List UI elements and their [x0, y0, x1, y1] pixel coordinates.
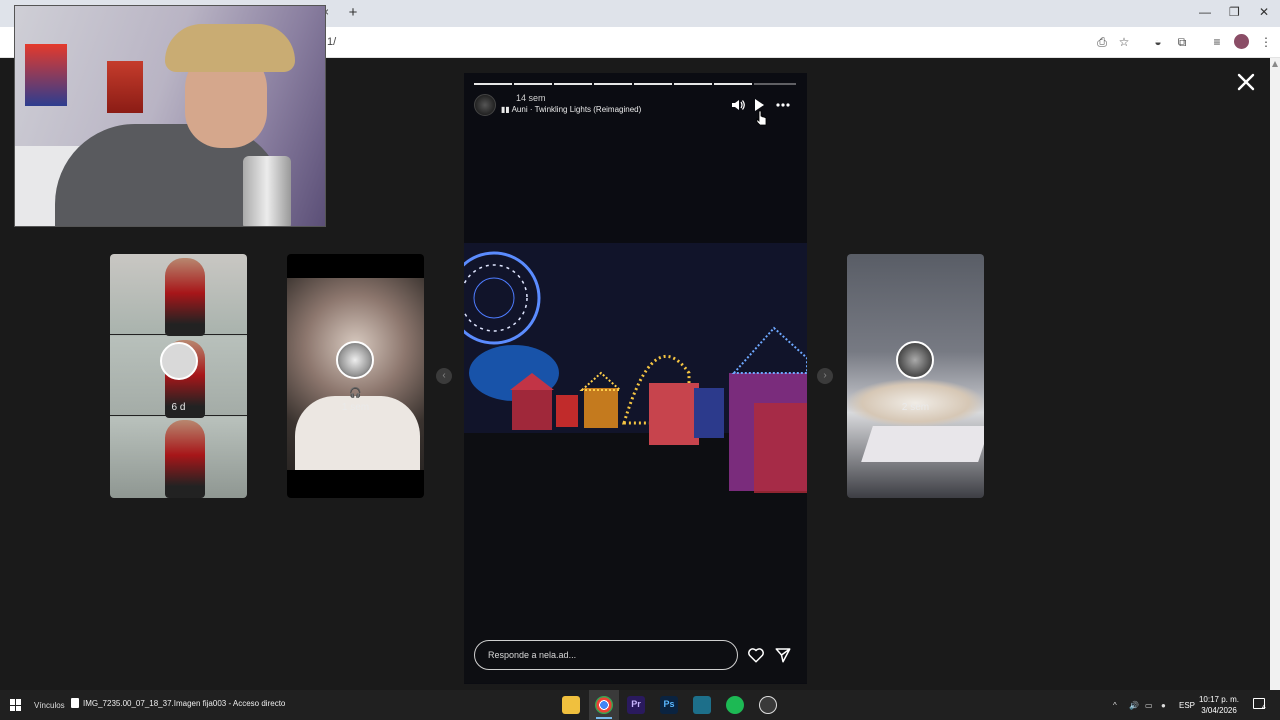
- language-indicator[interactable]: ESP: [1179, 701, 1195, 710]
- minimize-button[interactable]: —: [1199, 5, 1211, 19]
- send-icon[interactable]: [774, 646, 792, 664]
- clock-date: 3/04/2026: [1201, 706, 1237, 715]
- spotify-icon[interactable]: [726, 696, 744, 714]
- install-app-icon[interactable]: ⎙: [1094, 34, 1110, 50]
- maximize-button[interactable]: ❐: [1229, 5, 1240, 19]
- speaker-icon[interactable]: 🔊: [1129, 701, 1139, 710]
- clock-time: 10:17 p. m.: [1198, 695, 1240, 704]
- bookmark-star-icon[interactable]: ☆: [1116, 34, 1132, 50]
- avatar: [160, 342, 198, 380]
- browser-menu-icon[interactable]: ⋮: [1258, 34, 1274, 50]
- story-progress-segment: [474, 83, 512, 85]
- new-tab-button[interactable]: +: [344, 4, 362, 22]
- avatar: [896, 341, 934, 379]
- windows-start-icon[interactable]: [10, 699, 22, 711]
- story-time: 14 sem: [516, 93, 546, 103]
- story-preview-next[interactable]: 2 sem: [847, 254, 984, 498]
- obs-icon[interactable]: [759, 696, 777, 714]
- profile-avatar[interactable]: [1234, 34, 1249, 49]
- active-story[interactable]: 14 sem ▮▮ Auni · Twinkling Lights (Reima…: [464, 73, 807, 684]
- heart-icon[interactable]: [747, 646, 765, 664]
- story-preview-previous-2[interactable]: 6 d: [110, 254, 247, 498]
- tray-overflow-icon[interactable]: ^: [1113, 701, 1117, 710]
- media-controls-icon[interactable]: ≡: [1209, 34, 1225, 50]
- story-preview-time: 2 sem: [901, 402, 930, 413]
- story-progress-segment: [554, 83, 592, 85]
- headphones-icon: 🎧: [349, 388, 362, 399]
- story-preview-previous-1[interactable]: 🎧 1 sem: [287, 254, 424, 498]
- story-progress-segment: [634, 83, 672, 85]
- next-story-arrow-icon[interactable]: ›: [817, 368, 833, 384]
- file-shortcut[interactable]: IMG_7235.00_07_18_37.Imagen fija003 - Ac…: [83, 699, 285, 708]
- story-preview-time: 1 sem: [341, 402, 370, 413]
- music-bars-icon: ▮▮: [501, 105, 510, 114]
- windows-taskbar: Vínculos IMG_7235.00_07_18_37.Imagen fij…: [0, 690, 1280, 720]
- network-icon[interactable]: ▭: [1145, 701, 1153, 710]
- clock[interactable]: 10:17 p. m. 3/04/2026: [1198, 694, 1240, 716]
- story-progress-segment: [754, 83, 796, 85]
- extension-icon[interactable]: ◒: [1150, 34, 1166, 50]
- music-title: Auni · Twinkling Lights (Reimagined): [511, 105, 642, 114]
- volume-icon[interactable]: [730, 97, 746, 113]
- links-toolbar[interactable]: Vínculos: [34, 701, 65, 710]
- story-progress-segment: [714, 83, 752, 85]
- webcam-overlay: [14, 5, 326, 227]
- previous-story-arrow-icon[interactable]: ‹: [436, 368, 452, 384]
- microphone-icon[interactable]: ●: [1161, 701, 1166, 710]
- mouse-cursor-icon: [756, 110, 767, 126]
- reply-input[interactable]: Responde a nela.ad...: [474, 640, 738, 670]
- music-label[interactable]: ▮▮ Auni · Twinkling Lights (Reimagined): [501, 105, 641, 114]
- notification-count: 4: [1262, 704, 1266, 711]
- url-text[interactable]: 1/: [327, 36, 336, 48]
- file-explorer-icon[interactable]: [562, 696, 580, 714]
- close-window-button[interactable]: ✕: [1259, 5, 1269, 19]
- scrollbar[interactable]: [1270, 58, 1280, 690]
- story-progress-segment: [514, 83, 552, 85]
- story-progress-segment: [594, 83, 632, 85]
- close-icon[interactable]: [1234, 70, 1258, 94]
- active-app-indicator: [596, 717, 612, 719]
- story-preview-time: 6 d: [171, 402, 186, 413]
- photoshop-icon[interactable]: Ps: [660, 696, 678, 714]
- more-options-icon[interactable]: [775, 97, 791, 113]
- photos-app-icon[interactable]: [693, 696, 711, 714]
- extensions-puzzle-icon[interactable]: ⧉: [1174, 34, 1190, 50]
- premiere-icon[interactable]: Pr: [627, 696, 645, 714]
- avatar[interactable]: [474, 94, 496, 116]
- story-progress-segment: [674, 83, 712, 85]
- story-media-image: [464, 73, 807, 684]
- chrome-icon[interactable]: [595, 696, 613, 714]
- file-shortcut-icon: [71, 698, 79, 708]
- avatar: [336, 341, 374, 379]
